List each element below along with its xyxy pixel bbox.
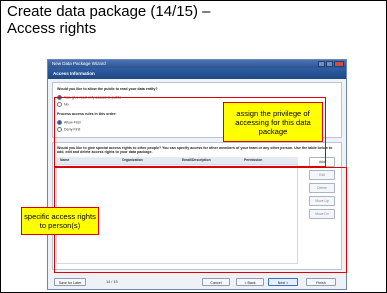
back-button[interactable]: < Back bbox=[236, 278, 264, 286]
step-indicator: 14 / 15 bbox=[106, 280, 118, 284]
dialog-footer: Save for Later 14 / 15 Cancel < Back Nex… bbox=[48, 275, 346, 289]
slide-title-line-2: Access rights bbox=[7, 20, 97, 37]
window-controls bbox=[318, 61, 344, 67]
callout-top-label: assign the privilege of accessing for th… bbox=[223, 102, 323, 142]
dialog-titlebar: New Data Package Wizard bbox=[48, 60, 346, 68]
public-question: Would you like to allow the public to re… bbox=[57, 87, 158, 91]
finish-button[interactable]: Finish bbox=[306, 278, 336, 286]
slide: Create data package (14/15) – Access rig… bbox=[0, 0, 387, 293]
callout-bottom-label: specific access rights to person(s) bbox=[21, 207, 99, 235]
minimize-icon[interactable] bbox=[318, 61, 325, 67]
slide-title-line-1: Create data package (14/15) – bbox=[7, 3, 211, 20]
dialog-window-title: New Data Package Wizard bbox=[52, 61, 106, 66]
save-for-later-button[interactable]: Save for Later bbox=[54, 278, 86, 286]
maximize-icon[interactable] bbox=[326, 61, 333, 67]
close-icon[interactable] bbox=[334, 61, 344, 67]
next-button[interactable]: Next > bbox=[268, 278, 298, 286]
cancel-button[interactable]: Cancel bbox=[202, 278, 230, 286]
slide-title: Create data package (14/15) – Access rig… bbox=[7, 3, 377, 37]
dialog-header: Access Information bbox=[48, 68, 346, 79]
